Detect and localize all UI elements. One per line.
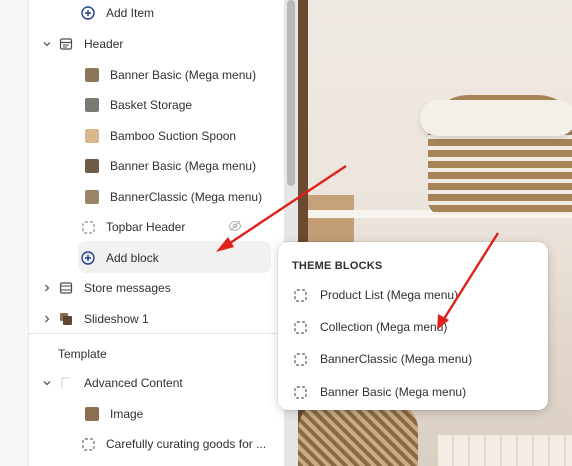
dashed-block-icon: [80, 219, 96, 235]
block-item[interactable]: Banner Basic (Mega menu): [80, 60, 256, 90]
slideshow-icon: [58, 311, 74, 327]
chevron-down-icon[interactable]: [40, 376, 54, 390]
block-thumbnail: [85, 159, 99, 173]
header-section-label: Header: [84, 37, 124, 51]
theme-block-label: Banner Basic (Mega menu): [320, 385, 467, 399]
block-label: Basket Storage: [110, 98, 193, 112]
theme-block-label: Collection (Mega menu): [320, 320, 448, 334]
add-item-label: Add Item: [106, 6, 155, 20]
block-item[interactable]: Banner Basic (Mega menu): [80, 151, 256, 181]
slideshow-label: Slideshow 1: [84, 312, 149, 326]
header-section[interactable]: Header: [40, 29, 123, 59]
topbar-header-block[interactable]: Topbar Header: [80, 212, 248, 242]
chevron-down-icon[interactable]: [40, 37, 54, 51]
block-item[interactable]: Basket Storage: [80, 90, 192, 120]
theme-block-option[interactable]: Product List (Mega menu): [292, 284, 458, 306]
sections-sidebar: Add Item Header Banner Basic (Mega menu)…: [0, 0, 284, 466]
eye-slash-icon[interactable]: [228, 220, 242, 235]
add-block-label: Add block: [106, 251, 159, 265]
template-heading: Template: [58, 347, 107, 361]
advanced-content-label: Advanced Content: [84, 376, 183, 390]
block-label: Bamboo Suction Spoon: [110, 129, 237, 143]
dashed-block-icon: [292, 384, 308, 400]
store-messages-label: Store messages: [84, 281, 171, 295]
preview-basket-rim: [420, 100, 572, 136]
theme-block-option[interactable]: Collection (Mega menu): [292, 316, 447, 338]
block-thumbnail: [85, 98, 99, 112]
dashed-block-icon: [80, 436, 96, 452]
image-block-label: Image: [110, 407, 144, 421]
block-item[interactable]: Bamboo Suction Spoon: [80, 121, 236, 151]
advanced-content-icon: [58, 375, 74, 391]
preview-panel: [438, 435, 572, 466]
block-label: Banner Basic (Mega menu): [110, 68, 257, 82]
block-thumbnail: [85, 407, 99, 421]
text-block-label: Carefully curating goods for ...: [106, 437, 267, 451]
dashed-block-icon: [292, 351, 308, 367]
chevron-right-icon[interactable]: [40, 312, 54, 326]
plus-circle-icon: [80, 5, 96, 21]
store-messages-section[interactable]: Store messages: [40, 273, 171, 303]
sidebar-scrollbar-thumb[interactable]: [287, 0, 295, 186]
header-section-icon: [58, 36, 74, 52]
sidebar-gutter: [0, 0, 29, 466]
block-label: Banner Basic (Mega menu): [110, 159, 257, 173]
topbar-header-label: Topbar Header: [106, 220, 186, 234]
advanced-content-section[interactable]: Advanced Content: [40, 368, 183, 398]
slideshow-section[interactable]: Slideshow 1: [40, 304, 149, 334]
popover-title: THEME BLOCKS: [292, 260, 383, 272]
dashed-block-icon: [292, 319, 308, 335]
block-item[interactable]: BannerClassic (Mega menu): [80, 182, 262, 212]
image-block[interactable]: Image: [80, 399, 143, 429]
theme-block-label: BannerClassic (Mega menu): [320, 352, 473, 366]
theme-blocks-popover: THEME BLOCKS Product List (Mega menu) Co…: [278, 242, 548, 410]
add-item-button[interactable]: Add Item: [80, 0, 154, 28]
block-label: BannerClassic (Mega menu): [110, 190, 263, 204]
store-messages-icon: [58, 280, 74, 296]
plus-circle-icon: [80, 250, 96, 266]
theme-block-label: Product List (Mega menu): [320, 288, 459, 302]
block-thumbnail: [85, 68, 99, 82]
block-thumbnail: [85, 190, 99, 204]
add-block-button[interactable]: Add block: [80, 243, 159, 273]
chevron-right-icon[interactable]: [40, 281, 54, 295]
text-block[interactable]: Carefully curating goods for ...: [80, 429, 266, 459]
theme-block-option[interactable]: BannerClassic (Mega menu): [292, 348, 472, 370]
dashed-block-icon: [292, 287, 308, 303]
theme-block-option[interactable]: Banner Basic (Mega menu): [292, 381, 466, 403]
section-divider: [29, 333, 284, 334]
block-thumbnail: [85, 129, 99, 143]
